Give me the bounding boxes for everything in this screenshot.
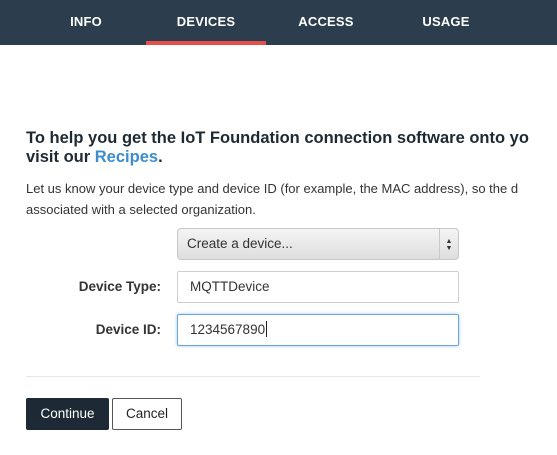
description-line-2: associated with a selected organization. bbox=[26, 202, 256, 217]
device-type-input[interactable]: MQTTDevice bbox=[177, 271, 459, 303]
continue-button[interactable]: Continue bbox=[26, 398, 109, 430]
device-select-value: Create a device... bbox=[187, 236, 293, 251]
up-down-arrows-icon: ▲ ▼ bbox=[439, 229, 458, 259]
divider bbox=[26, 376, 480, 377]
device-type-label: Device Type: bbox=[78, 279, 161, 294]
device-id-label: Device ID: bbox=[95, 322, 161, 337]
headline-prefix: visit our bbox=[26, 148, 95, 166]
device-id-input[interactable]: 1234567890 bbox=[177, 314, 459, 346]
text-cursor bbox=[266, 321, 268, 338]
device-id-value: 1234567890 bbox=[190, 322, 266, 337]
tab-devices[interactable]: DEVICES bbox=[146, 0, 266, 45]
tab-info[interactable]: INFO bbox=[26, 0, 146, 45]
description: Let us know your device type and device … bbox=[26, 178, 557, 220]
device-type-value: MQTTDevice bbox=[190, 279, 270, 294]
headline-line-1: To help you get the IoT Foundation conne… bbox=[26, 129, 529, 147]
description-line-1: Let us know your device type and device … bbox=[26, 181, 519, 196]
recipes-link[interactable]: Recipes bbox=[95, 148, 158, 166]
tab-bar: INFO DEVICES ACCESS USAGE bbox=[0, 0, 557, 45]
tab-usage[interactable]: USAGE bbox=[386, 0, 506, 45]
tab-access[interactable]: ACCESS bbox=[266, 0, 386, 45]
headline-suffix: . bbox=[158, 148, 163, 166]
cancel-button[interactable]: Cancel bbox=[112, 398, 182, 430]
page-headline: To help you get the IoT Foundation conne… bbox=[26, 129, 557, 167]
headline-line-2: visit our Recipes. bbox=[26, 148, 557, 167]
device-select[interactable]: Create a device... ▲ ▼ bbox=[177, 228, 459, 260]
